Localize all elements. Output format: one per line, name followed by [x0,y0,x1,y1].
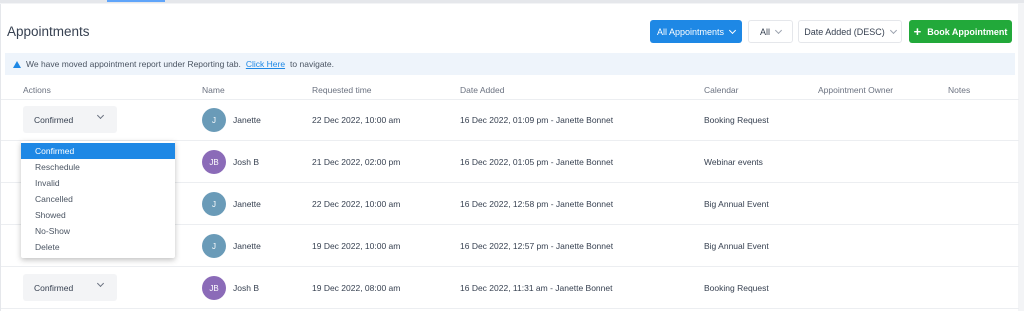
chevron-down-icon [96,111,105,120]
status-filter-label: All [759,26,770,37]
status-select-value: Confirmed [34,282,74,293]
calendar-name: Webinar events [704,157,763,167]
avatar: J [202,108,226,132]
column-header-notes: Notes [948,85,971,95]
column-header-calendar[interactable]: Calendar [704,85,739,95]
requested-time: 22 Dec 2022, 10:00 am [312,199,401,209]
status-option-confirmed[interactable]: Confirmed [21,143,175,159]
plus-icon: + [913,24,922,39]
date-added: 16 Dec 2022, 01:05 pm - Janette Bonnet [460,157,614,167]
requested-time: 19 Dec 2022, 10:00 am [312,241,401,251]
status-option-reschedule[interactable]: Reschedule [21,159,175,175]
contact-name[interactable]: Janette [233,115,261,125]
status-select[interactable]: Confirmed [23,106,117,133]
calendar-name: Booking Request [704,283,769,293]
column-header-appointment-owner[interactable]: Appointment Owner [818,85,893,95]
active-tab-indicator [107,0,165,2]
status-option-cancelled[interactable]: Cancelled [21,191,175,207]
book-appointment-label: Book Appointment [927,26,1008,37]
date-added: 16 Dec 2022, 12:58 pm - Janette Bonnet [460,199,614,209]
status-dropdown-menu: Confirmed Reschedule Invalid Cancelled S… [21,141,175,258]
status-option-showed[interactable]: Showed [21,207,175,223]
status-filter-dropdown[interactable]: All [748,20,793,43]
contact-name[interactable]: Janette [233,241,261,251]
status-select[interactable]: Confirmed [23,274,117,301]
calendar-name: Big Annual Event [704,241,769,251]
notice-link[interactable]: Click Here [246,59,285,69]
requested-time: 22 Dec 2022, 10:00 am [312,115,401,125]
chevron-down-icon [728,26,737,34]
column-header-date-added[interactable]: Date Added [460,85,504,95]
calendar-name: Big Annual Event [704,199,769,209]
page-title: Appointments [7,24,90,39]
chevron-down-icon [774,26,783,34]
table-header: Actions Name Requested time Date Added C… [1,78,1019,100]
top-tab-strip [0,0,1024,3]
contact-name[interactable]: Josh B [233,283,259,293]
book-appointment-button[interactable]: + Book Appointment [909,20,1012,43]
appointments-filter-label: All Appointments [656,26,725,37]
table-row: Confirmed JB Josh B 19 Dec 2022, 08:00 a… [1,267,1019,309]
requested-time: 19 Dec 2022, 08:00 am [312,283,401,293]
notice-text-after: to navigate. [290,59,334,69]
chevron-down-icon [889,26,897,34]
sort-label: Date Added (DESC) [804,26,885,37]
date-added: 16 Dec 2022, 01:09 pm - Janette Bonnet [460,115,614,125]
date-added: 16 Dec 2022, 12:57 pm - Janette Bonnet [460,241,614,251]
status-option-invalid[interactable]: Invalid [21,175,175,191]
warning-icon [13,60,21,68]
avatar: J [202,192,226,216]
date-added: 16 Dec 2022, 11:31 am - Janette Bonnet [460,283,613,293]
sort-dropdown[interactable]: Date Added (DESC) [798,20,902,43]
requested-time: 21 Dec 2022, 02:00 pm [312,157,401,167]
reporting-notice-banner: We have moved appointment report under R… [5,53,1015,75]
avatar: J [202,234,226,258]
status-option-delete[interactable]: Delete [21,239,175,255]
appointments-panel: Appointments All Appointments All Date A… [0,4,1019,311]
status-select-value: Confirmed [34,114,74,125]
avatar: JB [202,276,226,300]
contact-name[interactable]: Josh B [233,157,259,167]
calendar-name: Booking Request [704,115,769,125]
chevron-down-icon [96,279,105,288]
column-header-actions: Actions [23,85,51,95]
contact-name[interactable]: Janette [233,199,261,209]
appointments-filter-dropdown[interactable]: All Appointments [650,20,742,43]
column-header-requested-time[interactable]: Requested time [312,85,372,95]
table-row: Confirmed J Janette 22 Dec 2022, 10:00 a… [1,99,1019,141]
column-header-name[interactable]: Name [202,85,225,95]
avatar: JB [202,150,226,174]
notice-text: We have moved appointment report under R… [26,59,241,69]
status-option-no-show[interactable]: No-Show [21,223,175,239]
